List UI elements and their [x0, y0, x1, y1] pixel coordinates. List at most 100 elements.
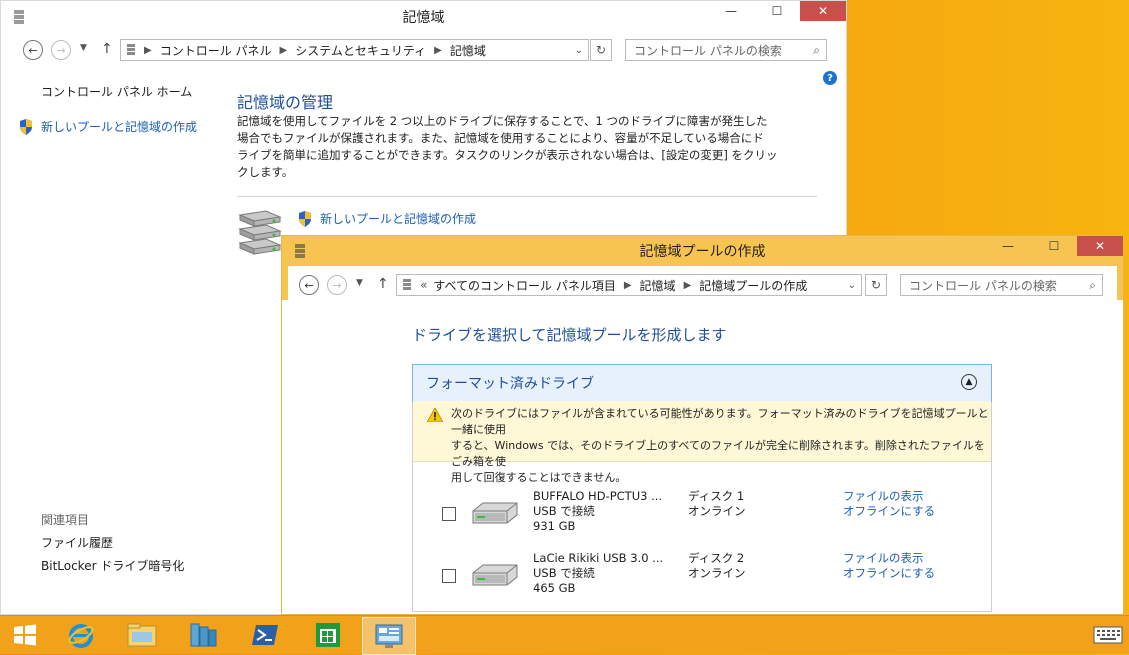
address-bar-row: ← → ▼ ↑ « すべてのコントロール パネル項目 ▶ 記憶域 ▶ 記憶域プー…: [282, 269, 1123, 301]
minimize-button[interactable]: —: [708, 1, 754, 21]
server-manager-icon[interactable]: [188, 620, 218, 650]
internet-explorer-icon[interactable]: [66, 620, 96, 650]
sidebar-new-pool[interactable]: 新しいプールと記憶域の作成: [19, 118, 197, 135]
help-icon[interactable]: ?: [823, 71, 837, 85]
chevron-down-icon[interactable]: ⌄: [575, 45, 583, 56]
warning-icon: [427, 408, 443, 422]
control-panel-glyph: [375, 624, 403, 648]
drive-row[interactable]: BUFFALO HD-PCTU3 ... USB で接続 931 GB ディスク…: [413, 489, 991, 539]
close-button[interactable]: ✕: [800, 1, 846, 21]
arrow-right-icon: →: [56, 43, 66, 57]
folder-glyph: [127, 623, 157, 647]
take-offline-link[interactable]: オフラインにする: [843, 504, 935, 519]
page-title: ドライブを選択して記憶域プールを形成します: [412, 326, 727, 344]
drive-online: オンライン: [688, 566, 746, 580]
server-glyph: [190, 623, 217, 647]
windows-start-icon[interactable]: [10, 620, 40, 650]
drive-size: 931 GB: [533, 519, 576, 533]
collapse-button[interactable]: ▲: [961, 374, 977, 390]
create-pool-window: 記憶域プールの作成 — ☐ ✕ ← → ▼ ↑ « すべてのコントロール パネル…: [281, 235, 1124, 615]
refresh-button[interactable]: ↻: [865, 274, 887, 296]
overflow-chevron[interactable]: «: [420, 278, 427, 292]
close-button[interactable]: ✕: [1077, 236, 1123, 256]
description: 記憶域を使用してファイルを 2 つ以上のドライブに保存することで、1 つのドライ…: [237, 113, 797, 181]
drive-info: BUFFALO HD-PCTU3 ... USB で接続 931 GB: [533, 489, 662, 534]
warning-banner: 次のドライブにはファイルが含まれている可能性があります。フォーマット済みのドライ…: [413, 401, 991, 484]
powershell-icon[interactable]: [250, 620, 280, 650]
address-box[interactable]: « すべてのコントロール パネル項目 ▶ 記憶域 ▶ 記憶域プールの作成 ⌄: [396, 274, 862, 296]
back-button[interactable]: ←: [23, 40, 43, 60]
chevron-right-icon: ▶: [623, 279, 632, 291]
drive-checkbox[interactable]: [442, 569, 456, 583]
warning-text: 次のドライブにはファイルが含まれている可能性があります。フォーマット済みのドライ…: [451, 406, 991, 486]
touch-keyboard-icon[interactable]: [1093, 620, 1123, 650]
forward-button[interactable]: →: [51, 40, 71, 60]
chevron-up-icon: ▲: [965, 377, 973, 387]
warning-line: 次のドライブにはファイルが含まれている可能性があります。フォーマット済みのドライ…: [451, 407, 989, 436]
refresh-button[interactable]: ↻: [590, 39, 612, 61]
recent-pages-dropdown[interactable]: ▼: [356, 278, 363, 288]
search-icon[interactable]: ⌕: [813, 43, 820, 58]
storage-app-icon[interactable]: [294, 243, 306, 259]
store-icon[interactable]: [313, 620, 343, 650]
new-pool-link[interactable]: 新しいプールと記憶域の作成: [298, 210, 476, 227]
take-offline-link[interactable]: オフラインにする: [843, 566, 935, 581]
search-placeholder: コントロール パネルの検索: [634, 43, 782, 58]
search-placeholder: コントロール パネルの検索: [909, 278, 1057, 293]
view-files-link[interactable]: ファイルの表示: [843, 489, 935, 504]
description-line: クします。: [237, 165, 294, 179]
up-button[interactable]: ↑: [377, 276, 389, 292]
breadcrumb-item[interactable]: 記憶域: [640, 277, 676, 294]
drive-row[interactable]: LaCie Rikiki USB 3.0 ... USB で接続 465 GB …: [413, 551, 991, 601]
window-title: 記憶域プールの作成: [639, 244, 766, 260]
refresh-icon: ↻: [870, 278, 882, 292]
drive-disk: ディスク 2: [688, 551, 745, 565]
breadcrumb-item[interactable]: 記憶域: [450, 42, 486, 59]
forward-button[interactable]: →: [327, 275, 347, 295]
minimize-button[interactable]: —: [985, 236, 1031, 256]
formatted-drives-panel: フォーマット済みドライブ ▲ 次のドライブにはファイルが含まれている可能性があり…: [412, 364, 992, 612]
breadcrumb-item[interactable]: すべてのコントロール パネル項目: [433, 277, 616, 294]
arrow-right-icon: →: [332, 278, 342, 292]
title-bar[interactable]: 記憶域プールの作成 — ☐ ✕: [282, 236, 1123, 266]
chevron-down-icon[interactable]: ⌄: [848, 280, 856, 291]
drive-actions: ファイルの表示 オフラインにする: [843, 489, 935, 519]
uac-shield-icon: [20, 118, 32, 135]
window-title: 記憶域: [402, 10, 445, 26]
storage-app-icon[interactable]: [13, 9, 25, 25]
maximize-button[interactable]: ☐: [754, 1, 800, 21]
arrow-left-icon: ←: [304, 278, 314, 292]
section-title: フォーマット済みドライブ: [426, 376, 594, 392]
control-panel-icon: [127, 44, 135, 55]
address-box[interactable]: ▶ コントロール パネル ▶ システムとセキュリティ ▶ 記憶域 ⌄: [120, 39, 589, 61]
keyboard-glyph: [1093, 626, 1123, 644]
description-line: 場合でもファイルが保護されます。また、記憶域を使用することにより、容量が不足して…: [237, 131, 764, 145]
sidebar-home-link[interactable]: コントロール パネル ホーム: [41, 83, 192, 100]
breadcrumb-item[interactable]: システムとセキュリティ: [295, 42, 426, 59]
title-bar[interactable]: 記憶域 — ☐ ✕: [1, 1, 846, 33]
control-panel-icon[interactable]: [362, 617, 416, 655]
breadcrumb-item[interactable]: コントロール パネル: [160, 42, 272, 59]
maximize-button[interactable]: ☐: [1031, 236, 1077, 256]
refresh-icon: ↻: [595, 43, 607, 57]
up-button[interactable]: ↑: [101, 41, 113, 57]
view-files-link[interactable]: ファイルの表示: [843, 551, 935, 566]
drive-online: オンライン: [688, 504, 746, 518]
recent-pages-dropdown[interactable]: ▼: [80, 43, 87, 53]
windows-logo: [14, 624, 36, 646]
search-icon[interactable]: ⌕: [1089, 278, 1096, 293]
drive-checkbox[interactable]: [442, 507, 456, 521]
breadcrumb-item[interactable]: 記憶域プールの作成: [699, 277, 807, 294]
divider: [237, 196, 817, 197]
search-input[interactable]: コントロール パネルの検索 ⌕: [900, 274, 1103, 296]
related-link-bitlocker[interactable]: BitLocker ドライブ暗号化: [41, 557, 184, 574]
drive-size: 465 GB: [533, 581, 576, 595]
drive-status: ディスク 2 オンライン: [688, 551, 746, 581]
back-button[interactable]: ←: [299, 275, 319, 295]
related-link-file-history[interactable]: ファイル履歴: [41, 534, 113, 551]
section-header[interactable]: フォーマット済みドライブ ▲: [412, 364, 992, 402]
search-input[interactable]: コントロール パネルの検索 ⌕: [625, 39, 827, 61]
drive-name: BUFFALO HD-PCTU3 ...: [533, 489, 663, 503]
file-explorer-icon[interactable]: [127, 620, 157, 650]
chevron-right-icon: ▶: [434, 44, 442, 56]
